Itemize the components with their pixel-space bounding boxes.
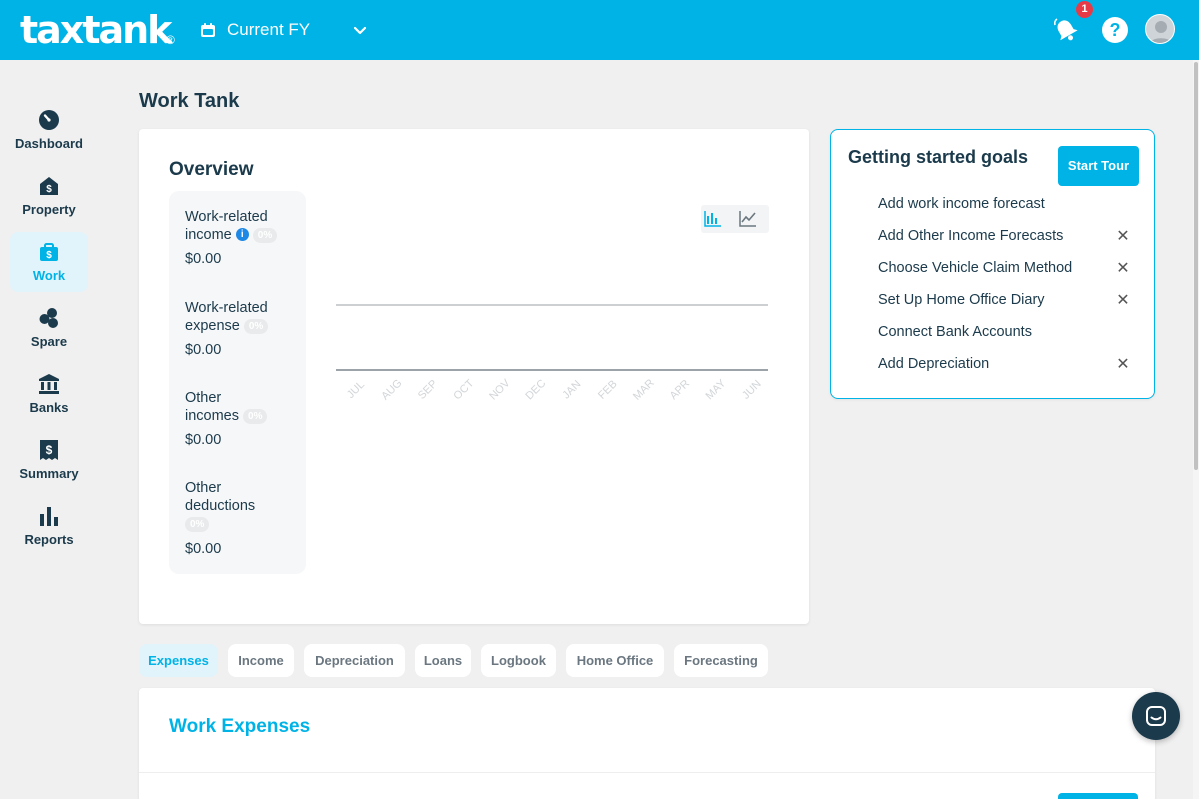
info-icon[interactable]: i [235, 228, 249, 241]
calendar-icon [201, 23, 215, 37]
user-avatar[interactable] [1145, 14, 1175, 44]
chart-x-tick-label: JUL [345, 379, 367, 401]
top-bar: taxtank ® Current FY 1 ? [0, 0, 1199, 60]
chart-x-tick-label: NOV [487, 377, 513, 403]
stat-other-deductions-label: Other deductions 0% [185, 480, 256, 532]
stat-work-income-label: Work-related income i 0% [185, 208, 300, 244]
sidebar-item-label: Reports [24, 532, 74, 547]
stat-work-income-value: $0.00 [185, 251, 222, 267]
goal-set-up-home-office-diary[interactable]: Set Up Home Office Diary [878, 292, 1045, 308]
percent-badge: 0% [243, 408, 268, 424]
line-chart-view-icon[interactable] [739, 210, 757, 228]
briefcase-dollar-icon: $ [40, 243, 58, 261]
stat-other-deductions-value: $0.00 [185, 541, 222, 557]
gauge-icon [39, 110, 59, 130]
sidebar-item-label: Property [22, 202, 76, 217]
chart-type-toggle [701, 205, 769, 233]
receipt-dollar-icon: $ [40, 440, 58, 460]
sidebar-item-work[interactable]: $ Work [10, 232, 88, 292]
close-icon[interactable]: ✕ [1116, 293, 1130, 309]
goal-choose-vehicle-claim-method[interactable]: Choose Vehicle Claim Method [878, 260, 1072, 276]
goal-add-depreciation[interactable]: Add Depreciation [878, 356, 989, 372]
stat-work-expense-value: $0.00 [185, 342, 222, 358]
tab-logbook[interactable]: Logbook [481, 644, 556, 677]
goals-title: Getting started goals [848, 147, 1029, 167]
goal-add-other-income-forecasts[interactable]: Add Other Income Forecasts [878, 228, 1063, 244]
financial-year-selector[interactable]: Current FY [200, 16, 367, 44]
svg-text:$: $ [46, 250, 52, 261]
sidebar-item-banks[interactable]: Banks [10, 364, 88, 424]
sidebar-item-label: Dashboard [15, 136, 83, 151]
user-silhouette-icon [1149, 21, 1173, 43]
close-icon[interactable]: ✕ [1116, 357, 1130, 373]
divider [139, 772, 1155, 773]
sidebar-item-label: Spare [30, 334, 68, 349]
overview-card: Overview Work-related income i 0% $0.00 W… [139, 129, 809, 624]
notification-count-badge: 1 [1076, 1, 1093, 18]
tab-depreciation[interactable]: Depreciation [304, 644, 405, 677]
chart-x-tick-label: SEP [416, 378, 440, 402]
sidebar-item-dashboard[interactable]: Dashboard [10, 100, 88, 160]
sidebar-item-label: Work [32, 268, 66, 283]
chevron-down-icon[interactable] [352, 22, 368, 38]
bar-chart-icon [40, 507, 58, 526]
sidebar-nav: Dashboard $ Property $ Work Spare Banks … [0, 60, 98, 799]
add-expense-button[interactable] [1058, 793, 1138, 799]
overview-title: Overview [169, 159, 254, 180]
bar-chart-view-icon[interactable] [704, 210, 722, 228]
chart-x-tick-label: JAN [560, 378, 583, 401]
coins-icon [39, 308, 58, 328]
notification-bell-icon[interactable] [1052, 16, 1080, 44]
overview-chart: JUL AUG SEP OCT NOV DEC JAN FEB MAR APR MAY JUN [336, 304, 768, 403]
tab-expenses[interactable]: Expenses [139, 644, 218, 677]
chart-x-tick-label: DEC [523, 377, 548, 402]
sidebar-item-label: Banks [29, 400, 69, 415]
sidebar-item-spare[interactable]: Spare [10, 298, 88, 358]
page-title: Work Tank [139, 90, 240, 112]
tab-income[interactable]: Income [228, 644, 294, 677]
chart-x-tick-label: APR [668, 378, 693, 403]
work-expenses-title: Work Expenses [169, 716, 311, 737]
registered-mark: ® [166, 33, 175, 47]
goal-connect-bank-accounts[interactable]: Connect Bank Accounts [878, 324, 1032, 340]
work-expenses-card: Work Expenses [139, 688, 1155, 799]
taxtank-logo[interactable]: taxtank [20, 8, 172, 52]
goal-add-work-income-forecast[interactable]: Add work income forecast [878, 196, 1045, 212]
chart-x-tick-label: MAY [703, 377, 728, 402]
house-dollar-icon: $ [40, 177, 58, 195]
scrollbar-thumb[interactable] [1194, 62, 1198, 470]
percent-badge: 0% [185, 516, 210, 532]
chart-x-tick-label: AUG [379, 377, 404, 402]
close-icon[interactable]: ✕ [1116, 261, 1130, 277]
svg-text:$: $ [46, 443, 53, 457]
chart-x-tick-label: OCT [451, 377, 476, 402]
help-icon[interactable]: ? [1102, 17, 1128, 43]
sidebar-item-label: Summary [19, 466, 79, 481]
tab-forecasting[interactable]: Forecasting [674, 644, 768, 677]
sidebar-item-property[interactable]: $ Property [10, 166, 88, 226]
percent-badge: 0% [252, 227, 278, 243]
tab-loans[interactable]: Loans [415, 644, 471, 677]
close-icon[interactable]: ✕ [1116, 229, 1130, 245]
chart-x-tick-label: MAR [631, 377, 657, 403]
stat-other-incomes-label: Other incomes 0% [185, 389, 300, 425]
chat-launcher-button[interactable] [1132, 692, 1180, 740]
chart-x-tick-label: FEB [596, 378, 620, 402]
sidebar-item-summary[interactable]: $ Summary [10, 430, 88, 490]
bank-icon [39, 374, 59, 394]
overview-stats-panel: Work-related income i 0% $0.00 Work-relat… [169, 191, 306, 574]
tab-home-office[interactable]: Home Office [566, 644, 664, 677]
percent-badge: 0% [243, 318, 269, 334]
chart-x-tick-label: JUN [740, 378, 764, 402]
stat-other-incomes-value: $0.00 [185, 432, 222, 448]
start-tour-button[interactable]: Start Tour [1058, 146, 1139, 186]
sidebar-item-reports[interactable]: Reports [10, 496, 88, 556]
chat-icon [1146, 706, 1166, 726]
stat-work-expense-label: Work-related expense 0% [185, 300, 269, 334]
financial-year-label: Current FY [227, 20, 311, 39]
getting-started-goals-card: Getting started goals Start Tour Add wor… [830, 129, 1155, 399]
svg-text:$: $ [46, 184, 52, 195]
